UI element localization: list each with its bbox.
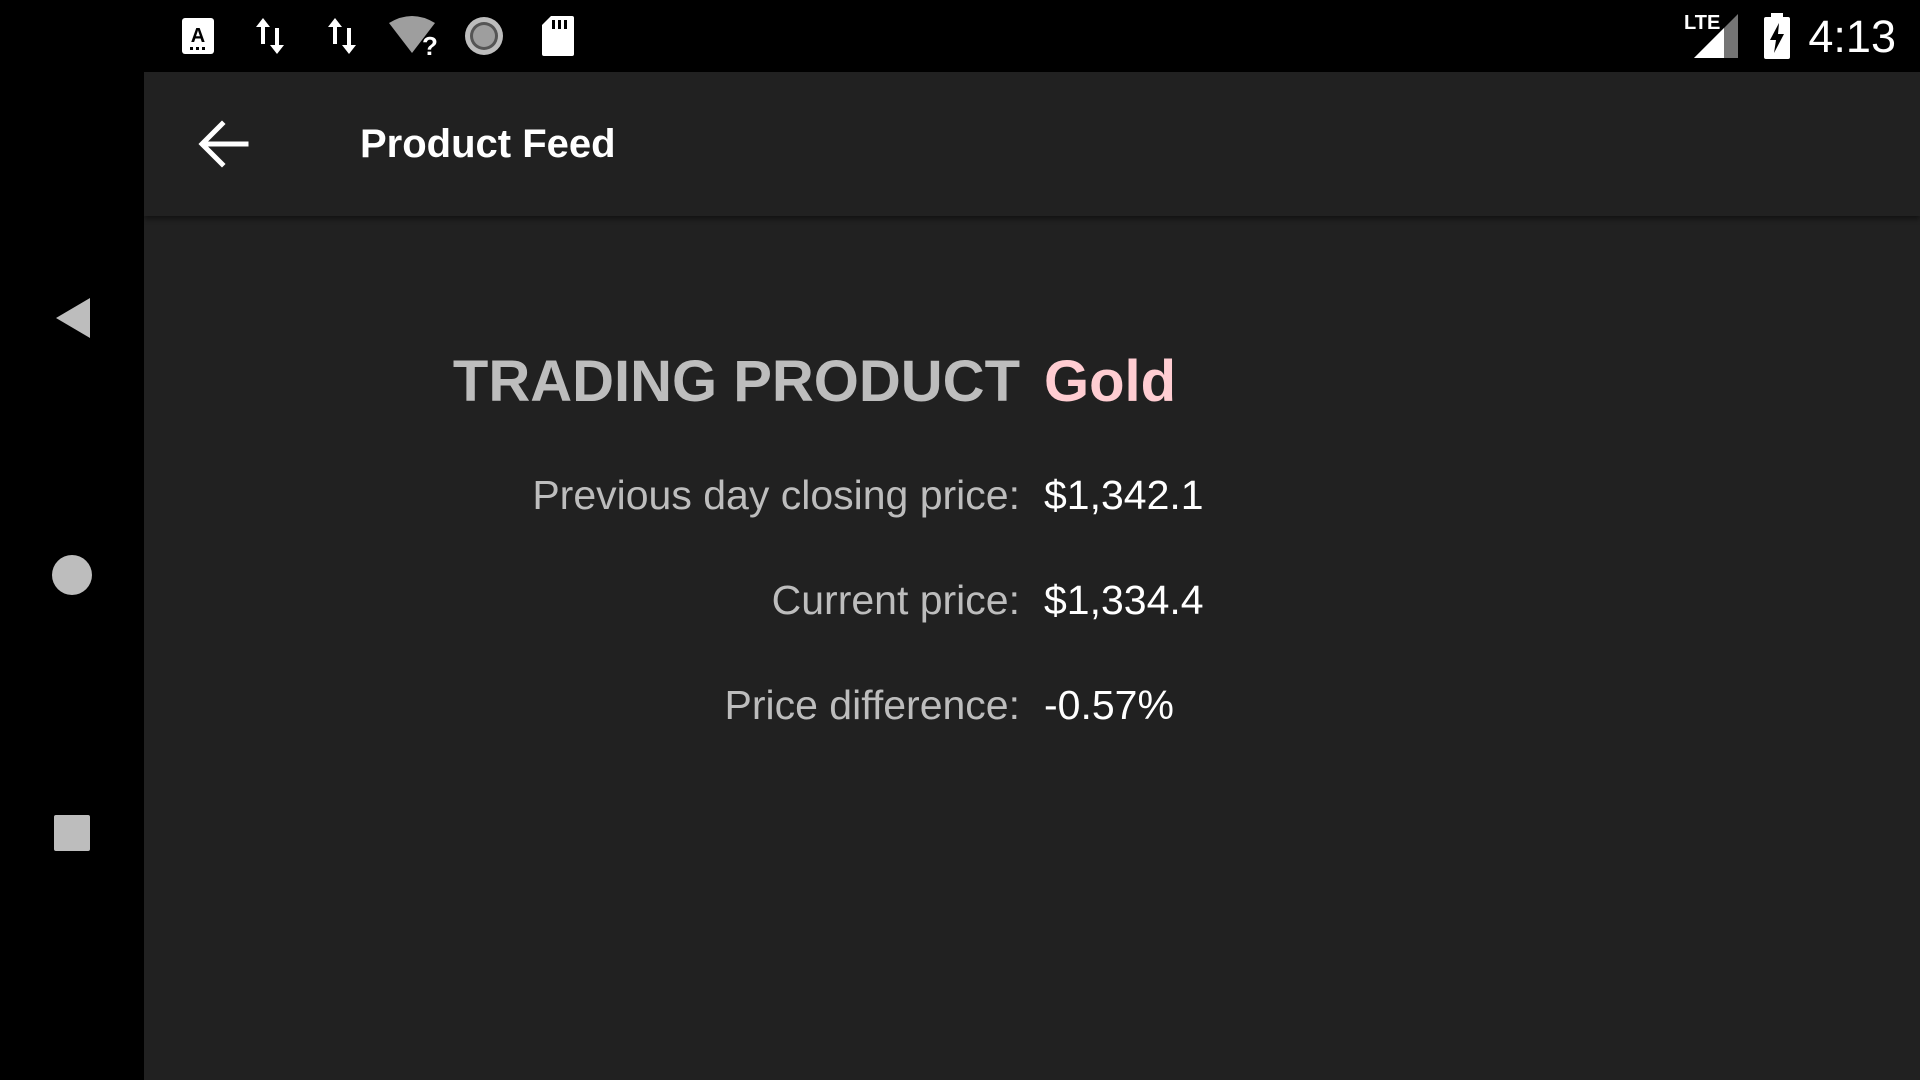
status-bar: A ? LTE 4:13 xyxy=(0,0,1920,72)
battery-charging-icon xyxy=(1762,13,1792,59)
price-difference-value: -0.57% xyxy=(1044,682,1174,728)
nav-home-button[interactable] xyxy=(36,539,108,611)
current-price-row: Current price: $1,334.4 xyxy=(144,573,1920,629)
closing-price-value: $1,342.1 xyxy=(1044,472,1204,518)
closing-price-label: Previous day closing price: xyxy=(532,472,1020,518)
device-screen: A ? LTE 4:13 Product Feed TRADING PRODUC… xyxy=(0,0,1920,1080)
navigation-bar xyxy=(0,72,144,1080)
product-details: TRADING PRODUCT Gold Previous day closin… xyxy=(144,216,1920,1080)
product-name: Gold xyxy=(1044,349,1177,414)
nav-recents-button[interactable] xyxy=(36,797,108,869)
current-price-label: Current price: xyxy=(771,577,1020,623)
sync-icon xyxy=(462,14,506,58)
back-triangle-icon xyxy=(56,298,90,338)
recents-square-icon xyxy=(54,815,90,851)
toolbar: Product Feed xyxy=(144,72,1920,216)
wifi-unknown-icon: ? xyxy=(388,14,440,58)
data-transfer-icon xyxy=(252,14,288,58)
product-heading-label: TRADING PRODUCT xyxy=(452,349,1020,414)
sd-card-icon xyxy=(540,14,576,58)
nav-back-button[interactable] xyxy=(36,282,108,354)
data-transfer-icon xyxy=(324,14,360,58)
page-title: Product Feed xyxy=(360,122,616,166)
network-type-label: LTE xyxy=(1684,12,1721,34)
svg-text:A: A xyxy=(191,25,205,47)
price-difference-row: Price difference: -0.57% xyxy=(144,678,1920,734)
product-heading-row: TRADING PRODUCT Gold xyxy=(144,344,1920,424)
arrow-back-icon xyxy=(198,120,249,168)
back-button[interactable] xyxy=(192,112,256,176)
closing-price-row: Previous day closing price: $1,342.1 xyxy=(144,468,1920,524)
price-difference-label: Price difference: xyxy=(724,682,1020,728)
current-price-value: $1,334.4 xyxy=(1044,577,1204,623)
keyboard-icon: A xyxy=(180,14,216,58)
app-window: Product Feed TRADING PRODUCT Gold Previo… xyxy=(144,72,1920,1080)
home-circle-icon xyxy=(52,555,92,595)
svg-text:?: ? xyxy=(422,31,438,57)
clock: 4:13 xyxy=(1808,11,1896,62)
